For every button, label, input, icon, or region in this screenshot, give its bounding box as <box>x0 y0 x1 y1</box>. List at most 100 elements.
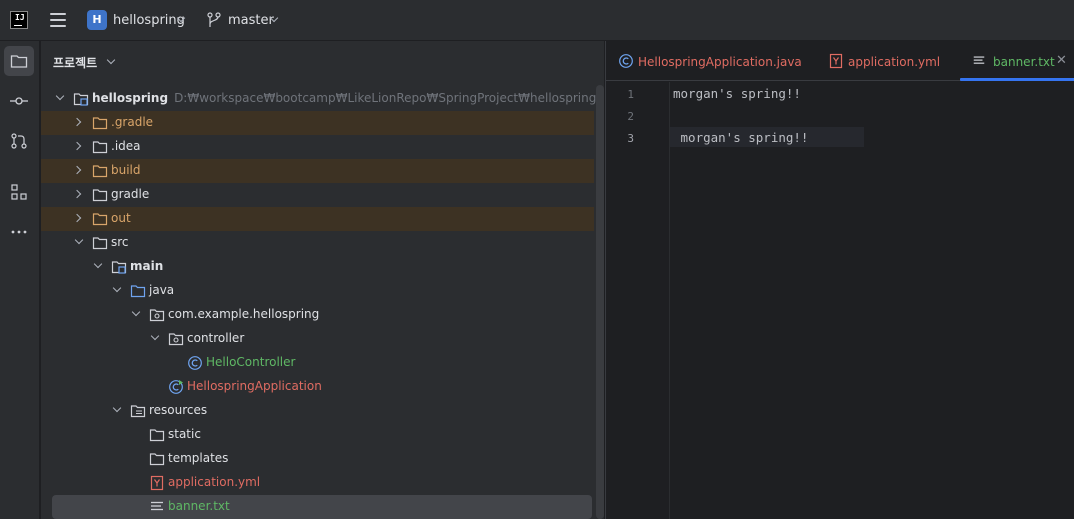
excluded-folder-icon <box>92 165 108 178</box>
tree-node-label: hellospring <box>92 91 169 105</box>
panel-scrollbar[interactable] <box>596 85 604 519</box>
chevron-down-icon[interactable] <box>55 91 65 101</box>
tree-node-out[interactable]: out <box>41 207 594 231</box>
line-number-gutter: 1 2 3 <box>606 82 670 519</box>
pull-request-icon <box>11 133 27 149</box>
chevron-right-icon[interactable] <box>72 189 82 199</box>
tree-node-java[interactable]: java <box>41 279 594 303</box>
tree-node-label: HellospringApplication <box>187 379 322 393</box>
tree-node-label: out <box>111 211 131 225</box>
source-folder-icon <box>130 285 146 298</box>
tool-window-bar <box>0 41 40 519</box>
resources-folder-icon <box>130 405 146 418</box>
editor-tabs: HellospringApplication.java application.… <box>606 41 1074 81</box>
chevron-right-icon[interactable] <box>72 141 82 151</box>
git-branch-icon[interactable] <box>207 12 221 28</box>
code-line[interactable]: morgan's spring!! <box>673 130 809 145</box>
chevron-down-icon[interactable] <box>93 259 103 269</box>
tree-node-label: banner.txt <box>168 499 230 513</box>
editor-area: HellospringApplication.java application.… <box>605 41 1074 519</box>
project-switcher[interactable]: hellospring <box>113 13 185 28</box>
java-class-icon <box>619 54 633 68</box>
tree-node-label: .gradle <box>111 115 154 129</box>
path-hint: D:₩workspace₩bootcamp₩LikeLionRepo₩Sprin… <box>174 91 597 105</box>
tree-node-controller[interactable]: controller <box>41 327 594 351</box>
yaml-file-icon <box>150 475 164 491</box>
tree-node-build[interactable]: build <box>41 159 594 183</box>
tree-node-label: static <box>168 427 201 441</box>
pull-requests-tool-button[interactable] <box>4 126 34 156</box>
excluded-folder-icon <box>92 117 108 130</box>
chevron-down-icon[interactable] <box>131 307 141 317</box>
tree-node-label: src <box>111 235 129 249</box>
structure-tool-button[interactable] <box>4 177 34 207</box>
folder-icon <box>92 189 108 202</box>
text-file-icon <box>973 56 985 64</box>
structure-icon <box>11 184 27 200</box>
code-line[interactable]: morgan's spring!! <box>673 86 801 101</box>
panel-title[interactable]: 프로젝트 <box>53 54 97 71</box>
commit-tool-button[interactable] <box>4 86 34 116</box>
tree-node-label: gradle <box>111 187 150 201</box>
text-file-icon <box>151 501 163 511</box>
title-bar: IJ H hellospring master <box>0 0 1074 41</box>
chevron-right-icon[interactable] <box>72 165 82 175</box>
tree-node-hellospring[interactable]: hellospring D:₩workspace₩bootcamp₩LikeLio… <box>41 87 597 111</box>
more-tools-button[interactable] <box>4 217 34 247</box>
tree-node-application-yml[interactable]: application.yml <box>41 471 594 495</box>
intellij-logo-icon[interactable]: IJ <box>10 11 28 29</box>
line-number: 2 <box>627 110 634 123</box>
chevron-right-icon[interactable] <box>72 213 82 223</box>
tree-node-src[interactable]: src <box>41 231 594 255</box>
project-badge-icon[interactable]: H <box>87 10 107 30</box>
tree-node-static[interactable]: static <box>41 423 594 447</box>
tab-banner-txt[interactable]: banner.txt ✕ <box>960 41 1074 81</box>
tree-node-label: controller <box>187 331 245 345</box>
active-tab-indicator <box>960 78 1074 81</box>
chevron-down-icon[interactable] <box>106 55 116 65</box>
tree-node-templates[interactable]: templates <box>41 447 594 471</box>
commit-icon <box>10 97 28 105</box>
tree-node-banner-txt[interactable]: banner.txt <box>52 495 592 519</box>
chevron-down-icon[interactable] <box>150 331 160 341</box>
package-icon <box>168 333 184 346</box>
runnable-class-icon <box>169 380 183 394</box>
chevron-right-icon[interactable] <box>72 117 82 127</box>
tree-node-hellospringapplication[interactable]: HellospringApplication <box>41 375 594 399</box>
tree-node-main[interactable]: main <box>41 255 594 279</box>
main-menu-icon[interactable] <box>50 13 66 27</box>
tree-node-label: build <box>111 163 141 177</box>
package-icon <box>149 309 165 322</box>
project-tool-button[interactable] <box>4 46 34 76</box>
line-number: 1 <box>627 88 634 101</box>
folder-icon <box>149 453 165 466</box>
module-folder-icon <box>73 93 89 106</box>
branch-switcher[interactable]: master <box>228 13 274 28</box>
tree-node-idea[interactable]: .idea <box>41 135 594 159</box>
tree-node-hellocontroller[interactable]: HelloController <box>41 351 594 375</box>
tree-node-label: java <box>149 283 175 297</box>
tree-node-label: com.example.hellospring <box>168 307 320 321</box>
tab-label: application.yml <box>848 55 941 69</box>
tree-node-resources[interactable]: resources <box>41 399 594 423</box>
folder-icon <box>92 141 108 154</box>
tree-node-package[interactable]: com.example.hellospring <box>41 303 594 327</box>
module-folder-icon <box>111 261 127 274</box>
tree-node-label: resources <box>149 403 208 417</box>
close-icon[interactable]: ✕ <box>1056 53 1067 68</box>
tab-application-yml[interactable]: application.yml <box>828 41 948 81</box>
tree-node-gradle-cache[interactable]: .gradle <box>41 111 594 135</box>
line-number: 3 <box>627 132 634 145</box>
tab-hellospringapplication[interactable]: HellospringApplication.java <box>618 41 808 81</box>
tree-node-label: templates <box>168 451 229 465</box>
yaml-file-icon <box>829 53 843 69</box>
java-class-icon <box>188 356 202 370</box>
tree-node-label: .idea <box>111 139 141 153</box>
chevron-down-icon[interactable] <box>74 235 84 245</box>
tree-node-gradle[interactable]: gradle <box>41 183 594 207</box>
tab-label: HellospringApplication.java <box>638 55 802 69</box>
chevron-down-icon[interactable] <box>112 283 122 293</box>
project-panel: 프로젝트 hellospring D:₩workspace₩bootcamp₩Li… <box>41 41 604 519</box>
chevron-down-icon[interactable] <box>112 403 122 413</box>
more-icon <box>11 230 27 234</box>
